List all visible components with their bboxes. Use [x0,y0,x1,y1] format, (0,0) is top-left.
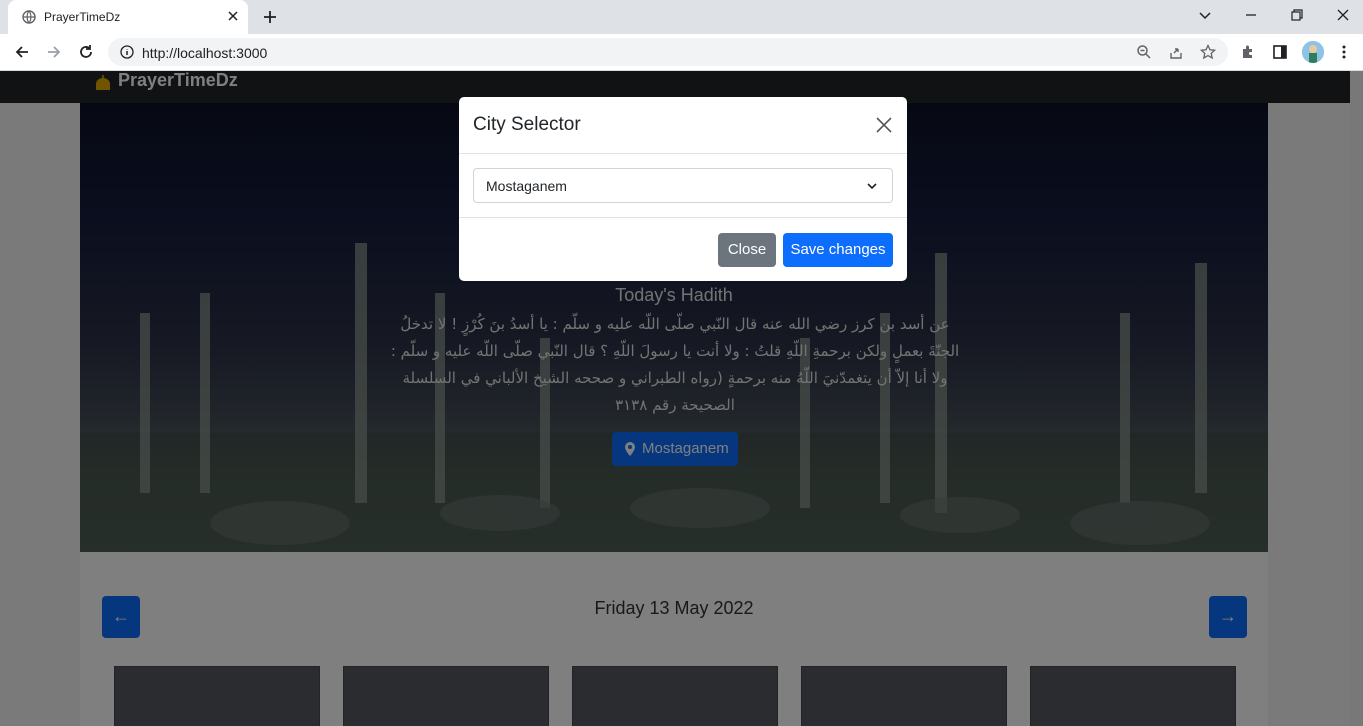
modal-title: City Selector [473,114,581,135]
site-info-icon[interactable] [120,45,134,59]
minimize-icon[interactable] [1244,8,1258,22]
share-icon[interactable] [1168,44,1184,60]
save-changes-button[interactable]: Save changes [783,233,893,267]
city-selector-modal: City Selector Mostaganem Close Save chan… [459,97,907,281]
close-tab-icon[interactable] [226,9,240,23]
chevron-down-icon [867,183,877,190]
globe-icon [22,10,36,24]
browser-toolbar: http://localhost:3000 [0,34,1363,71]
menu-dots-icon[interactable] [1336,44,1352,60]
tab-search-chevron-icon[interactable] [1198,8,1212,22]
avatar-icon [1302,41,1324,63]
close-icon[interactable] [875,116,893,134]
reload-icon[interactable] [78,44,94,60]
address-bar[interactable]: http://localhost:3000 [108,38,1228,66]
close-button[interactable]: Close [718,233,776,267]
modal-body: Mostaganem [459,154,907,218]
url-text: http://localhost:3000 [142,45,268,61]
forward-icon[interactable] [46,44,62,60]
window-close-icon[interactable] [1336,8,1350,22]
browser-tab-bar: PrayerTimeDz [0,0,1363,34]
selected-city: Mostaganem [486,178,567,194]
city-select[interactable]: Mostaganem [473,168,893,203]
modal-header: City Selector [459,97,907,154]
restore-icon[interactable] [1290,8,1304,22]
zoom-icon[interactable] [1136,44,1152,60]
browser-tab[interactable]: PrayerTimeDz [8,0,248,34]
profile-avatar[interactable] [1302,41,1324,63]
extensions-icon[interactable] [1240,44,1256,60]
tab-title: PrayerTimeDz [44,10,121,24]
new-tab-icon[interactable] [262,9,278,25]
bookmark-star-icon[interactable] [1200,44,1216,60]
back-icon[interactable] [14,44,30,60]
side-panel-icon[interactable] [1272,44,1288,60]
